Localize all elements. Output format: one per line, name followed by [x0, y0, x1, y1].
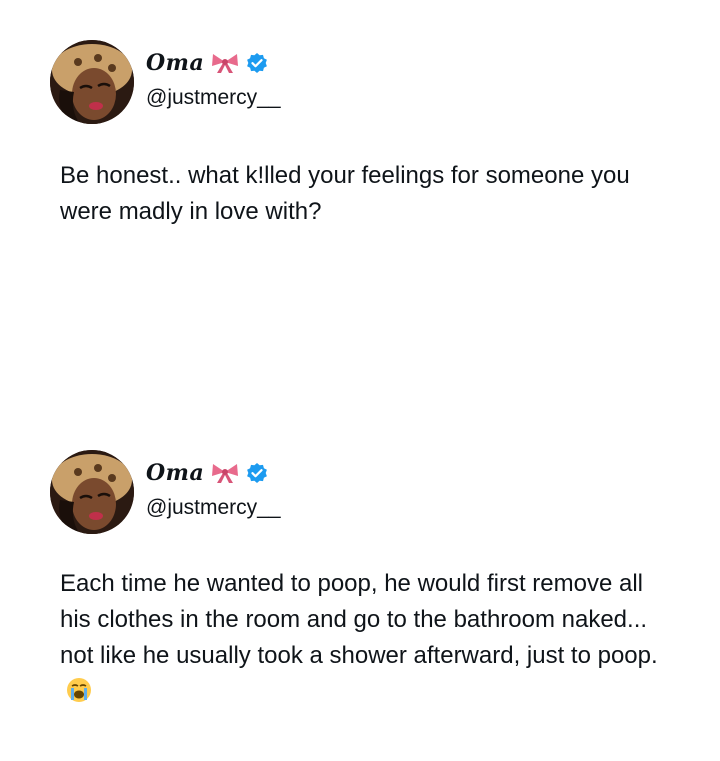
display-name[interactable]: Oma — [146, 50, 204, 76]
tweet-text-body: Each time he wanted to poop, he would fi… — [60, 570, 658, 669]
bow-icon — [210, 462, 240, 484]
verified-badge-icon — [246, 462, 268, 484]
loudly-crying-face-icon — [66, 677, 92, 703]
avatar-illustration — [50, 450, 134, 534]
name-row: Oma — [146, 460, 268, 486]
tweet-header: Oma @justmercy__ — [50, 450, 690, 534]
tweet-text: Each time he wanted to poop, he would fi… — [60, 566, 680, 710]
display-name[interactable]: Oma — [146, 460, 204, 486]
user-handle[interactable]: @justmercy__ — [146, 86, 281, 110]
tweet-text: Be honest.. what k!lled your feelings fo… — [60, 162, 630, 225]
verified-badge-icon — [246, 52, 268, 74]
avatar[interactable] — [50, 40, 134, 124]
tweet-header: Oma @justmercy__ — [50, 40, 690, 124]
avatar[interactable] — [50, 450, 134, 534]
avatar-illustration — [50, 40, 134, 124]
user-handle[interactable]: @justmercy__ — [146, 496, 281, 520]
name-row: Oma — [146, 50, 268, 76]
bow-icon — [210, 52, 240, 74]
